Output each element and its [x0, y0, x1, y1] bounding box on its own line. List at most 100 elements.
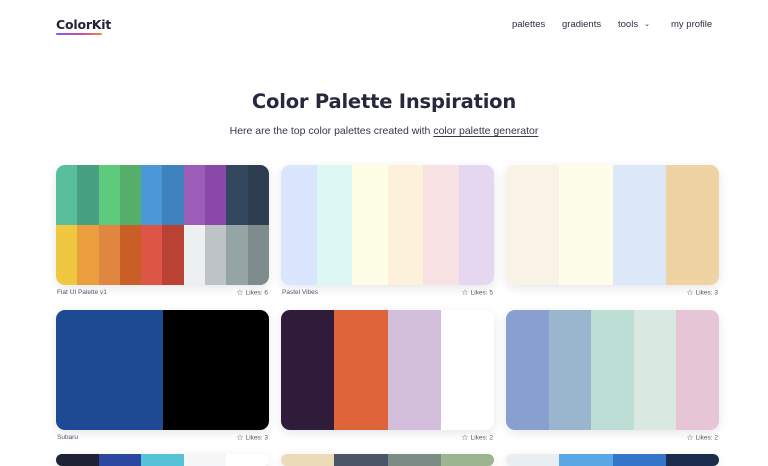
color-swatch[interactable] [281, 165, 317, 285]
color-swatch[interactable] [162, 165, 184, 225]
nav-my-profile[interactable]: my profile [671, 19, 712, 30]
color-swatch[interactable] [77, 225, 99, 285]
color-swatch[interactable] [334, 454, 388, 466]
nav-tools[interactable]: tools ⌄ [618, 19, 650, 30]
like-button[interactable]: ☆ Likes: 2 [461, 433, 493, 442]
color-swatch[interactable] [205, 165, 227, 225]
palette-name[interactable]: Subaru [57, 434, 78, 441]
like-button[interactable]: ☆ Likes: 5 [461, 288, 493, 297]
palette-swatches[interactable] [56, 454, 269, 466]
palette-generator-link[interactable]: color palette generator [433, 125, 538, 137]
color-swatch[interactable] [205, 225, 227, 285]
color-swatch[interactable] [423, 165, 459, 285]
color-swatch[interactable] [440, 454, 494, 466]
subtitle-text: Here are the top color palettes created … [229, 125, 434, 137]
palette-name[interactable]: Flat UI Palette v1 [57, 289, 107, 296]
palette-card[interactable] [281, 454, 494, 466]
palette-swatches[interactable] [56, 310, 269, 430]
chevron-down-icon: ⌄ [644, 21, 650, 28]
color-swatch[interactable] [56, 225, 78, 285]
color-swatch[interactable] [633, 310, 677, 430]
likes-count: Likes: 3 [245, 434, 268, 442]
palette-card[interactable] [56, 454, 269, 466]
palette-swatches[interactable] [506, 454, 719, 466]
palette-card[interactable]: Flat UI Palette v1 ☆ Likes: 6 [56, 165, 269, 301]
color-swatch[interactable] [162, 310, 269, 430]
swatch-row [506, 165, 719, 285]
color-swatch[interactable] [226, 454, 269, 466]
palette-card[interactable]: ☆ Likes: 3 [506, 165, 719, 301]
color-swatch[interactable] [281, 454, 335, 466]
color-swatch[interactable] [387, 310, 441, 430]
color-swatch[interactable] [387, 454, 441, 466]
palette-swatches[interactable] [281, 310, 494, 430]
palette-meta: Subaru ☆ Likes: 3 [56, 433, 269, 446]
like-button[interactable]: ☆ Likes: 3 [686, 288, 718, 297]
color-swatch[interactable] [141, 454, 184, 466]
color-swatch[interactable] [183, 165, 206, 225]
color-swatch[interactable] [247, 225, 269, 285]
swatch-row [56, 454, 269, 466]
likes-count: Likes: 5 [470, 289, 493, 297]
color-swatch[interactable] [387, 165, 423, 285]
nav-gradients[interactable]: gradients [562, 19, 601, 30]
color-swatch[interactable] [56, 165, 78, 225]
palette-card[interactable]: ☆ Likes: 2 [281, 310, 494, 446]
palette-swatches[interactable] [281, 165, 494, 285]
swatch-row [281, 165, 494, 285]
color-swatch[interactable] [458, 165, 494, 285]
color-swatch[interactable] [119, 165, 142, 225]
color-swatch[interactable] [119, 225, 142, 285]
palette-meta: ☆ Likes: 2 [281, 433, 494, 446]
nav-palettes[interactable]: palettes [512, 19, 545, 30]
palette-card[interactable]: ☆ Likes: 2 [506, 310, 719, 446]
color-swatch[interactable] [665, 165, 719, 285]
palette-swatches[interactable] [506, 310, 719, 430]
palette-swatches[interactable] [281, 454, 494, 466]
color-swatch[interactable] [676, 310, 719, 430]
star-outline-icon: ☆ [686, 288, 694, 297]
color-swatch[interactable] [334, 310, 388, 430]
color-swatch[interactable] [506, 165, 560, 285]
page-subtitle: Here are the top color palettes created … [0, 125, 768, 137]
color-swatch[interactable] [316, 165, 352, 285]
color-swatch[interactable] [56, 454, 99, 466]
color-swatch[interactable] [98, 454, 142, 466]
color-swatch[interactable] [665, 454, 719, 466]
color-swatch[interactable] [141, 165, 163, 225]
color-swatch[interactable] [548, 310, 592, 430]
color-swatch[interactable] [506, 454, 560, 466]
color-swatch[interactable] [612, 454, 666, 466]
like-button[interactable]: ☆ Likes: 6 [236, 288, 268, 297]
swatch-row [56, 310, 269, 430]
like-button[interactable]: ☆ Likes: 2 [686, 433, 718, 442]
color-swatch[interactable] [141, 225, 163, 285]
palette-swatches[interactable] [56, 165, 269, 285]
color-swatch[interactable] [281, 310, 335, 430]
palette-name[interactable]: Pastel Vibes [282, 289, 318, 296]
color-swatch[interactable] [506, 310, 549, 430]
color-swatch[interactable] [98, 165, 120, 225]
main-nav: palettes gradients tools ⌄ my profile [0, 19, 768, 33]
color-swatch[interactable] [591, 310, 634, 430]
palette-card[interactable] [506, 454, 719, 466]
color-swatch[interactable] [612, 165, 666, 285]
color-swatch[interactable] [226, 225, 248, 285]
color-swatch[interactable] [247, 165, 269, 225]
like-button[interactable]: ☆ Likes: 3 [236, 433, 268, 442]
palette-meta: ☆ Likes: 3 [506, 288, 719, 301]
color-swatch[interactable] [98, 225, 120, 285]
color-swatch[interactable] [162, 225, 184, 285]
palette-card[interactable]: Subaru ☆ Likes: 3 [56, 310, 269, 446]
palette-swatches[interactable] [506, 165, 719, 285]
color-swatch[interactable] [559, 454, 613, 466]
color-swatch[interactable] [183, 454, 227, 466]
color-swatch[interactable] [77, 165, 99, 225]
palette-card[interactable]: Pastel Vibes ☆ Likes: 5 [281, 165, 494, 301]
color-swatch[interactable] [352, 165, 388, 285]
color-swatch[interactable] [56, 310, 163, 430]
color-swatch[interactable] [440, 310, 494, 430]
color-swatch[interactable] [559, 165, 613, 285]
color-swatch[interactable] [226, 165, 248, 225]
color-swatch[interactable] [183, 225, 206, 285]
